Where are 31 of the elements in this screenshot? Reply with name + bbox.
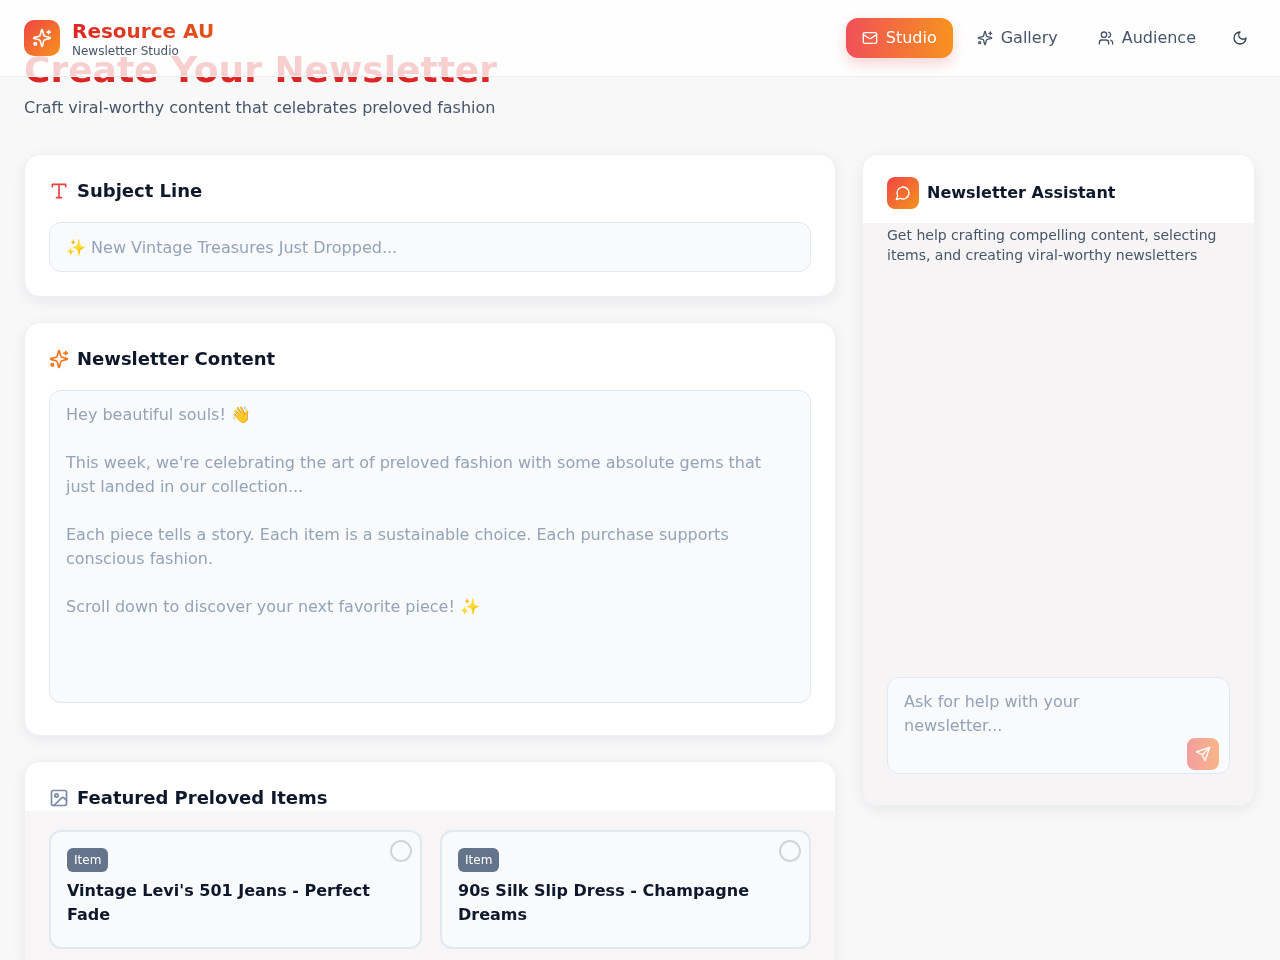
- moon-icon: [1232, 30, 1248, 46]
- item-card[interactable]: Item 90s Silk Slip Dress - Champagne Dreams: [440, 830, 811, 949]
- send-icon: [1195, 746, 1211, 762]
- text-type-icon: [49, 181, 69, 201]
- chat-input[interactable]: Ask for help with your newsletter...: [887, 677, 1230, 774]
- item-card[interactable]: Item Vintage Levi's 501 Jeans - Perfect Fade: [49, 830, 422, 949]
- item-title: 90s Silk Slip Dress - Champagne Dreams: [458, 880, 750, 926]
- sparkles-icon: [976, 30, 993, 46]
- select-radio[interactable]: [779, 840, 801, 862]
- brand-tagline: Newsletter Studio: [72, 43, 179, 58]
- section-title: Newsletter Content: [77, 347, 276, 371]
- nav-tab[interactable]: Gallery: [960, 18, 1074, 58]
- panel-description: Get help crafting compelling content, selecting items, and creating viral-worthy newsletters: [887, 226, 1218, 265]
- sparkles-logo-icon: [24, 20, 60, 56]
- sparkles-icon: [49, 349, 69, 369]
- section-title: Featured Preloved Items: [77, 786, 328, 810]
- item-badge: Item: [458, 848, 500, 872]
- mail-icon: [861, 30, 878, 46]
- content-input[interactable]: Hey beautiful souls! 👋 This week, we're celebrating the art of preloved fashion with some absolute gems that just landed in our collection... Each piece tells a story. Each item is a sustainable choice. Each purchase supports conscious fashion. Scroll down to discover your next favorite piece! ✨: [49, 390, 811, 703]
- page-subtitle: Craft viral-worthy content that celebrates preloved fashion: [24, 97, 496, 119]
- panel-title: Newsletter Assistant: [927, 182, 1116, 204]
- page-title: Create Your Newsletter: [24, 55, 498, 85]
- section-title: Subject Line: [77, 179, 203, 203]
- chat-bubble-icon: [887, 177, 919, 209]
- nav-tab[interactable]: Audience: [1081, 18, 1212, 58]
- users-icon: [1097, 30, 1114, 46]
- subject-input[interactable]: ✨ New Vintage Treasures Just Dropped...: [49, 222, 811, 272]
- item-title: Vintage Levi's 501 Jeans - Perfect Fade: [67, 880, 371, 926]
- item-badge: Item: [67, 848, 109, 872]
- select-radio[interactable]: [390, 840, 412, 862]
- image-icon: [49, 788, 69, 808]
